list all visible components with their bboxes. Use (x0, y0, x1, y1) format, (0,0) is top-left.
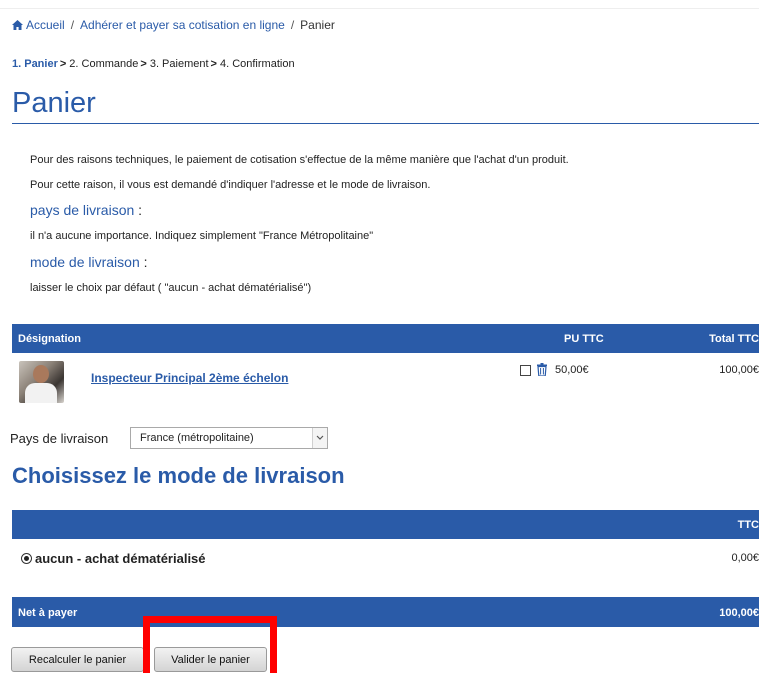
info-line-1: Pour des raisons techniques, le paiement… (30, 154, 569, 166)
trash-icon[interactable] (536, 363, 548, 381)
cart-table-header: Désignation PU TTC Total TTC (12, 324, 759, 353)
country-subheading: pays de livraison : (30, 202, 142, 218)
delivery-title: Choisissez le mode de livraison (12, 463, 345, 488)
breadcrumb-separator: / (290, 18, 295, 32)
page-title: Panier (12, 87, 96, 119)
mode-subheading-text: mode de livraison (30, 254, 140, 270)
breadcrumb-home-link[interactable]: Accueil (26, 18, 65, 32)
breadcrumb-separator: / (70, 18, 75, 32)
delivery-option[interactable]: aucun - achat dématérialisé (21, 551, 206, 566)
country-subheading-colon: : (134, 202, 143, 218)
country-instruction: il n'a aucune importance. Indiquez simpl… (30, 230, 374, 242)
product-unit-price: 50,00€ (555, 364, 589, 376)
step-cart: 1. Panier (12, 58, 58, 70)
country-label: Pays de livraison (10, 431, 109, 446)
recalculate-button[interactable]: Recalculer le panier (11, 647, 144, 672)
net-total-amount: 100,00€ (719, 607, 759, 619)
step-arrow: > (59, 58, 67, 70)
top-divider (0, 8, 759, 9)
checkout-steps: 1. Panier >2. Commande >3. Paiement >4. Con… (12, 58, 295, 70)
country-select[interactable]: France (métropolitaine) (130, 427, 328, 449)
step-payment: 3. Paiement (149, 58, 209, 70)
net-total-label: Net à payer (18, 607, 78, 619)
step-arrow: > (140, 58, 147, 70)
product-link[interactable]: Inspecteur Principal 2ème échelon (91, 371, 288, 385)
radio-selected-icon[interactable] (21, 553, 32, 564)
highlight-annotation (143, 616, 277, 673)
product-total-price: 100,00€ (719, 364, 759, 376)
delivery-table-header: TTC (12, 510, 759, 539)
checkbox-icon[interactable] (520, 365, 531, 376)
info-line-2: Pour cette raison, il vous est demandé d… (30, 179, 431, 191)
country-select-value: France (métropolitaine) (140, 432, 254, 444)
thumbnail-body (25, 383, 57, 403)
chevron-down-icon[interactable] (312, 428, 327, 448)
product-thumbnail[interactable] (19, 361, 64, 403)
step-arrow: > (210, 58, 217, 70)
country-subheading-text: pays de livraison (30, 202, 135, 218)
delivery-option-label: aucun - achat dématérialisé (35, 551, 206, 566)
breadcrumb-current: Panier (300, 18, 335, 32)
breadcrumb-membership-link[interactable]: Adhérer et payer sa cotisation en ligne (80, 18, 285, 32)
home-icon[interactable] (12, 19, 23, 30)
thumbnail-head (33, 365, 49, 383)
header-designation: Désignation (18, 333, 81, 345)
header-total: Total TTC (709, 333, 759, 345)
header-unit-price: PU TTC (564, 333, 604, 345)
mode-subheading-colon: : (139, 254, 148, 270)
title-divider (12, 123, 759, 124)
delivery-option-price: 0,00€ (731, 552, 759, 564)
step-order: 2. Commande (69, 58, 139, 70)
step-confirmation: 4. Confirmation (219, 58, 295, 70)
mode-subheading: mode de livraison : (30, 254, 148, 270)
header-ttc: TTC (737, 519, 759, 531)
net-total-bar: Net à payer 100,00€ (12, 597, 759, 627)
breadcrumb: Accueil / Adhérer et payer sa cotisation e… (12, 18, 335, 32)
mode-instruction: laisser le choix par défaut ( "aucun - a… (30, 282, 312, 294)
